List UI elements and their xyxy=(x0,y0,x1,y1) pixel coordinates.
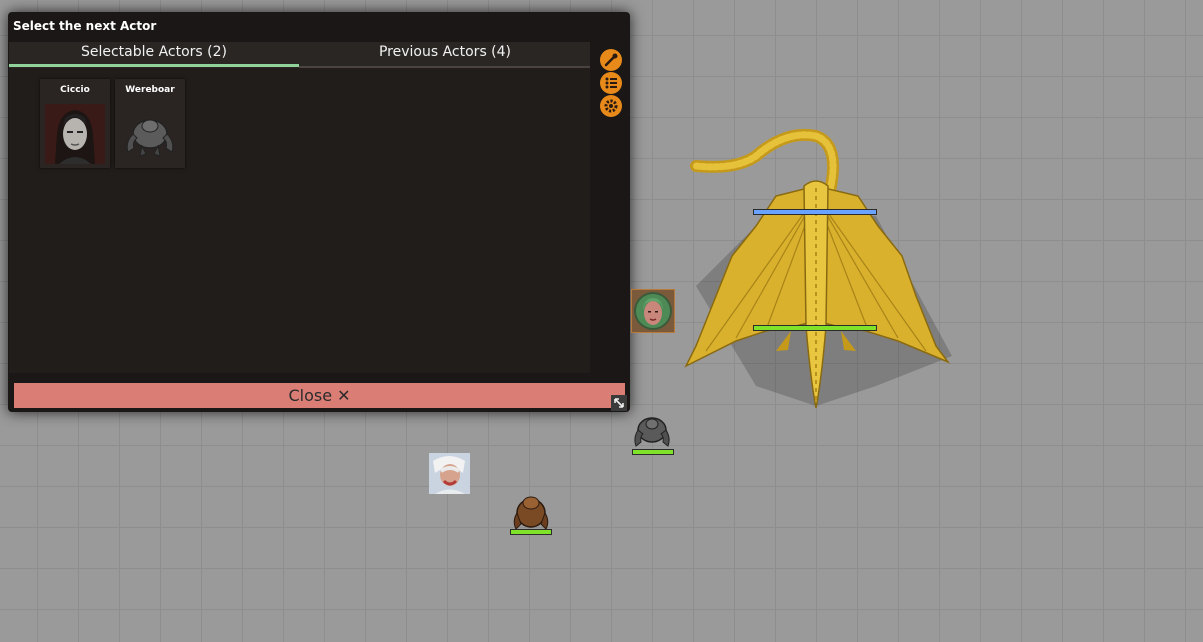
dragon-secondary-bar xyxy=(753,209,877,215)
dialog-title: Select the next Actor xyxy=(13,19,157,33)
wereboar-portrait-icon xyxy=(120,104,180,164)
green-hair-woman-token[interactable] xyxy=(631,289,675,333)
actor-card-wereboar[interactable]: Wereboar xyxy=(115,79,185,168)
actor-card-ciccio[interactable]: Ciccio xyxy=(40,79,110,168)
wereboar-token[interactable] xyxy=(631,412,673,450)
wereboar-health-bar xyxy=(632,449,674,455)
gear-icon[interactable] xyxy=(600,95,622,117)
resize-handle[interactable] xyxy=(611,395,627,411)
white-haired-warrior-token[interactable] xyxy=(429,453,470,494)
actor-name: Wereboar xyxy=(125,85,175,95)
actor-name: Ciccio xyxy=(60,85,90,95)
eyedropper-icon[interactable] xyxy=(600,49,622,71)
ciccio-portrait-icon xyxy=(45,104,105,164)
brown-bear-token[interactable] xyxy=(509,491,552,531)
dragon-token[interactable] xyxy=(676,126,958,416)
dragon-health-bar xyxy=(753,325,877,331)
actors-panel: Ciccio Wereboar xyxy=(9,68,590,373)
dragon-icon xyxy=(684,128,952,409)
active-tab-indicator xyxy=(9,64,299,67)
bear-health-bar xyxy=(510,529,552,535)
select-actor-dialog: Select the next Actor Selectable Actors … xyxy=(8,12,630,412)
woman-portrait-icon xyxy=(634,292,672,330)
list-icon[interactable] xyxy=(600,72,622,94)
warrior-portrait-icon xyxy=(429,453,470,494)
resize-icon xyxy=(614,398,624,408)
close-button[interactable]: Close ✕ xyxy=(14,383,625,408)
bear-icon xyxy=(513,496,549,530)
tab-bar: Selectable Actors (2) Previous Actors (4… xyxy=(9,42,590,68)
wereboar-icon xyxy=(634,417,670,447)
tab-previous-actors[interactable]: Previous Actors (4) xyxy=(300,42,590,67)
